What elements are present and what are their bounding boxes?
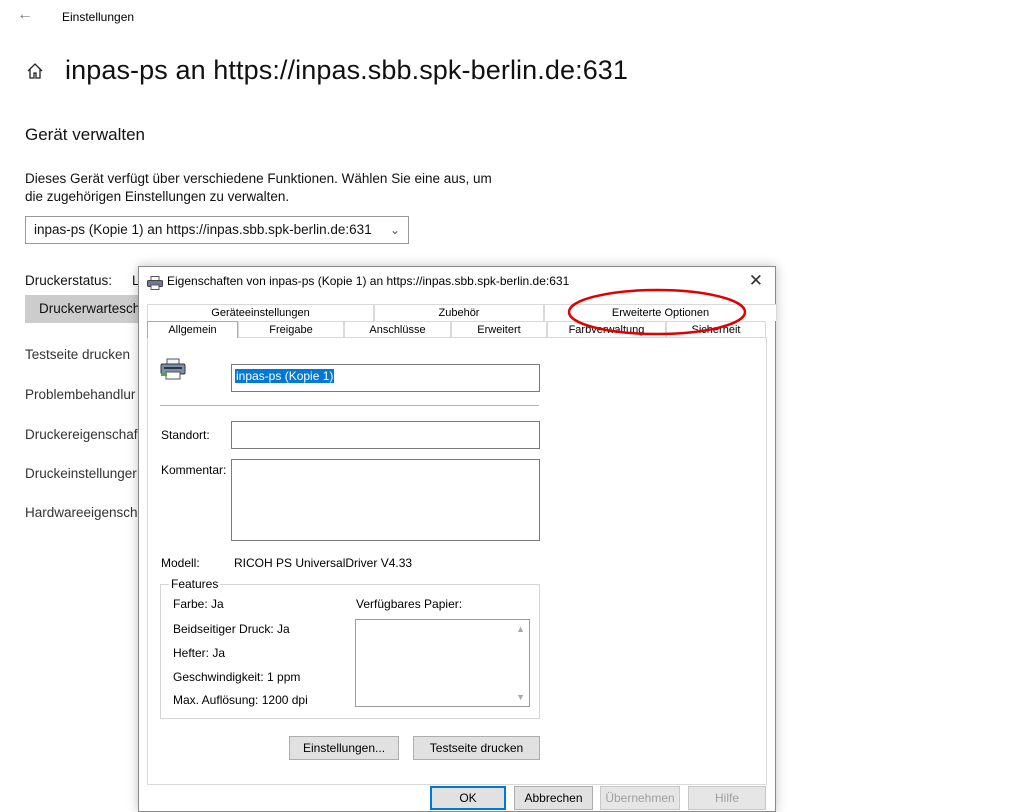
general-tab-panel: inpas-ps (Kopie 1) Standort: Kommentar: … [147, 337, 767, 785]
tab-color-management[interactable]: Farbverwaltung [547, 321, 666, 338]
open-queue-button[interactable]: Druckerwarteschl [25, 295, 155, 323]
device-select[interactable]: inpas-ps (Kopie 1) an https://inpas.sbb.… [25, 216, 409, 244]
printer-icon [147, 276, 163, 290]
tabs-row-2: Allgemein Freigabe Anschlüsse Erweitert … [147, 321, 767, 338]
printer-properties-dialog: Eigenschaften von inpas-ps (Kopie 1) an … [138, 266, 777, 812]
link-hardware-properties[interactable]: Hardwareeigensch [25, 505, 138, 520]
comment-field[interactable] [231, 459, 540, 541]
apply-button[interactable]: Übernehmen [600, 786, 680, 810]
print-test-page-button[interactable]: Testseite drucken [413, 736, 540, 760]
divider [160, 405, 539, 406]
close-icon[interactable]: ✕ [749, 271, 763, 291]
location-label: Standort: [161, 428, 210, 442]
dialog-title: Eigenschaften von inpas-ps (Kopie 1) an … [167, 274, 570, 288]
printer-name-field[interactable]: inpas-ps (Kopie 1) [231, 364, 540, 392]
link-print-test-page[interactable]: Testseite drucken [25, 347, 130, 362]
link-printing-preferences[interactable]: Druckeinstellunger [25, 466, 137, 481]
feature-color: Farbe: Ja [173, 597, 224, 611]
paper-label: Verfügbares Papier: [356, 597, 463, 611]
feature-resolution: Max. Auflösung: 1200 dpi [173, 693, 308, 707]
tabs-row-1: Geräteeinstellungen Zubehör Erweiterte O… [147, 304, 777, 321]
tab-ports[interactable]: Anschlüsse [344, 321, 451, 338]
feature-speed: Geschwindigkeit: 1 ppm [173, 670, 301, 684]
cancel-button[interactable]: Abbrechen [514, 786, 593, 810]
feature-stapler: Hefter: Ja [173, 646, 226, 660]
preferences-button[interactable]: Einstellungen... [289, 736, 399, 760]
help-button[interactable]: Hilfe [688, 786, 766, 810]
link-printer-properties[interactable]: Druckereigenschaf [25, 427, 138, 442]
model-value: RICOH PS UniversalDriver V4.33 [234, 556, 413, 570]
features-groupbox: Features Farbe: Ja Beidseitiger Druck: J… [160, 577, 540, 719]
paper-listbox[interactable]: ▲ ▼ [355, 619, 530, 707]
app-title: Einstellungen [62, 10, 135, 24]
scroll-down-icon[interactable]: ▼ [516, 692, 525, 702]
printer-device-icon [160, 358, 186, 380]
tab-security[interactable]: Sicherheit [666, 321, 766, 338]
tab-advanced[interactable]: Erweitert [451, 321, 547, 338]
back-arrow-icon[interactable]: ← [17, 7, 33, 23]
home-icon [27, 63, 43, 79]
scroll-up-icon[interactable]: ▲ [516, 624, 525, 634]
features-legend: Features [169, 577, 221, 591]
tab-sharing[interactable]: Freigabe [238, 321, 344, 338]
feature-duplex: Beidseitiger Druck: Ja [173, 622, 290, 636]
printer-name-value: inpas-ps (Kopie 1) [235, 369, 335, 383]
tab-accessories[interactable]: Zubehör [374, 304, 544, 321]
model-label: Modell: [161, 556, 200, 570]
section-title: Gerät verwalten [25, 125, 145, 144]
chevron-down-icon: ⌄ [389, 223, 400, 237]
ok-button[interactable]: OK [430, 786, 506, 810]
location-field[interactable] [231, 421, 540, 449]
link-troubleshoot[interactable]: Problembehandlur [25, 387, 135, 402]
device-select-value: inpas-ps (Kopie 1) an https://inpas.sbb.… [34, 222, 372, 237]
tab-advanced-options[interactable]: Erweiterte Optionen [544, 304, 777, 321]
comment-label: Kommentar: [161, 463, 227, 477]
printer-status-label: Druckerstatus: [25, 273, 113, 288]
page-title: inpas-ps an https://inpas.sbb.spk-berlin… [65, 55, 629, 85]
tab-general[interactable]: Allgemein [147, 321, 238, 338]
section-description: Dieses Gerät verfügt über verschiedene F… [25, 171, 492, 204]
tab-device-settings[interactable]: Geräteeinstellungen [147, 304, 374, 321]
